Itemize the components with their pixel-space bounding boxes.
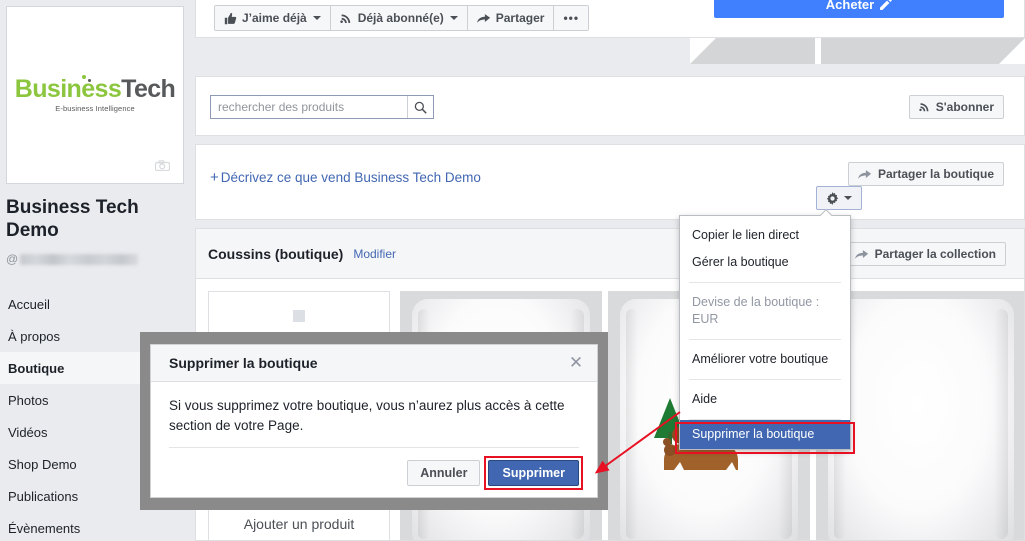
dropdown-group-help: Aide [680,380,850,419]
more-options-icon: ••• [563,11,580,25]
pillow-image [828,299,1014,540]
sidebar-item-accueil[interactable]: Accueil [0,288,195,320]
sidebar-item-label: Vidéos [8,424,48,440]
add-product-label: Ajouter un produit [243,516,355,532]
search-icon[interactable] [407,96,433,118]
share-button-label: Partager [495,11,545,25]
confirm-delete-button[interactable]: Supprimer [488,459,579,486]
menu-item-improve-shop[interactable]: Améliorer votre boutique [680,346,850,373]
menu-item-manage-shop[interactable]: Gérer la boutique [680,249,850,276]
sidebar-item-label: Accueil [8,296,50,312]
page-action-bar: J’aime déjà Déjà abonné(e) Partager ••• … [195,0,1025,38]
shop-search-card: S'abonner [195,76,1025,136]
sidebar-item-label: Shop Demo [8,456,77,472]
cover-photo-gap [815,38,821,64]
logo-secondary-text: Tech [121,75,176,104]
menu-item-copy-direct-link[interactable]: Copier le lien direct [680,222,850,249]
logo-primary-text: Business [14,75,122,104]
search-input[interactable] [211,96,407,118]
camera-icon[interactable] [149,156,175,175]
buy-button[interactable]: Acheter [714,0,1004,18]
dropdown-group-currency: Devise de la boutique : EUR [680,283,850,339]
subscribe-button[interactable]: S'abonner [908,95,1004,119]
sidebar-item-label: Évènements [8,520,81,536]
share-arrow-icon [857,170,872,179]
business-tech-logo: BusinessTech E-business Intelligence [14,75,176,114]
cancel-button[interactable]: Annuler [407,459,481,486]
buy-button-label: Acheter [825,0,875,12]
profile-picture[interactable]: BusinessTech E-business Intelligence [6,6,184,184]
share-arrow-icon [854,250,868,259]
modal-overlay-frame: Supprimer la boutique ✕ Si vous supprime… [140,332,608,510]
dropdown-group-delete: Supprimer la boutique [675,420,855,454]
page-handle-blurred [20,253,139,265]
caret-down-icon [844,196,852,200]
describe-shop-label: Décrivez ce que vend Business Tech Demo [220,170,481,185]
close-icon[interactable]: ✕ [567,354,585,372]
page-handle-prefix: @ [6,252,19,266]
caret-down-icon [449,16,458,20]
dropdown-group-primary: Copier le lien direct Gérer la boutique [680,216,850,282]
pencil-icon [880,0,893,10]
facebook-page-shop-screen: BusinessTech E-business Intelligence Bus… [0,0,1025,541]
menu-item-shop-currency: Devise de la boutique : EUR [692,295,820,326]
shop-settings-dropdown-menu: Copier le lien direct Gérer la boutique … [675,215,855,454]
sidebar-item-label: Photos [8,392,49,408]
collection-header: Coussins (boutique) Modifier Partager la… [196,229,1024,279]
menu-item-help[interactable]: Aide [680,386,850,413]
dialog-footer: Annuler Supprimer [169,447,583,497]
follow-button[interactable]: Déjà abonné(e) [330,6,468,30]
share-collection-button[interactable]: Partager la collection [844,242,1006,266]
sidebar-item-label: Publications [8,488,79,504]
share-shop-label: Partager la boutique [877,167,994,181]
share-collection-label: Partager la collection [874,247,996,261]
shop-settings-gear-button[interactable] [816,186,862,210]
share-arrow-icon [476,14,490,23]
share-button[interactable]: Partager [467,6,555,30]
sidebar-item-label: À propos [8,328,61,344]
dialog-body-text: Si vous supprimez votre boutique, vous n… [169,398,565,433]
sidebar-item-evenements[interactable]: Évènements [0,512,195,541]
dialog-header: Supprimer la boutique ✕ [151,345,597,382]
share-shop-button[interactable]: Partager la boutique [847,162,1004,186]
page-action-button-group: J’aime déjà Déjà abonné(e) Partager ••• [214,5,590,31]
rss-icon [919,103,929,112]
dialog-title: Supprimer la boutique [169,355,318,371]
menu-item-delete-shop[interactable]: Supprimer la boutique [680,420,850,449]
confirm-button-wrapper: Supprimer [484,455,583,490]
search-box[interactable] [210,95,434,119]
like-button-label: J’aime déjà [242,11,307,25]
follow-button-label: Déjà abonné(e) [357,11,444,25]
describe-shop-link[interactable]: + Décrivez ce que vend Business Tech Demo [210,169,481,186]
thumbs-up-icon [224,12,237,24]
like-button[interactable]: J’aime déjà [215,6,331,30]
cover-photo-strip [690,38,1025,64]
add-product-plus-icon [293,310,305,322]
gear-icon [826,191,839,205]
subscribe-button-label: S'abonner [935,100,994,114]
rss-icon [340,13,350,23]
more-options-button[interactable]: ••• [554,6,589,30]
sidebar-item-label: Boutique [8,360,65,376]
dropdown-group-improve: Améliorer votre boutique [680,340,850,379]
delete-shop-dialog: Supprimer la boutique ✕ Si vous supprime… [150,344,598,498]
logo-tagline: E-business Intelligence [55,104,135,114]
caret-down-icon [312,16,321,20]
plus-icon: + [210,169,219,186]
dropdown-pointer-icon [820,209,833,216]
logo-wordmark: BusinessTech [14,75,176,104]
collection-title: Coussins (boutique) [208,245,344,262]
page-title: Business Tech Demo [6,197,139,241]
collection-edit-link[interactable]: Modifier [353,247,396,261]
page-handle: @ [6,252,139,266]
shop-description-card: + Décrivez ce que vend Business Tech Demo… [195,144,1025,220]
